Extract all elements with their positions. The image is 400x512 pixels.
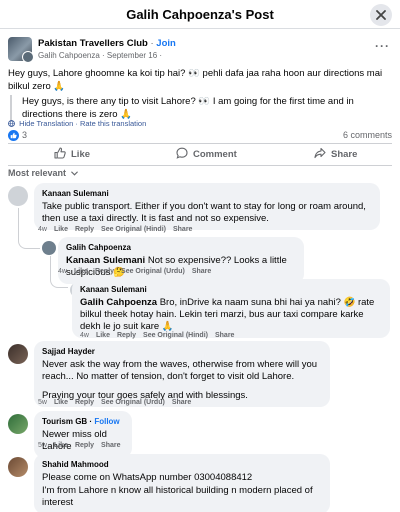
comment-meta: 4w Like Reply See Original (Hindi) Share	[38, 226, 199, 233]
thread-line	[18, 208, 40, 249]
comment-time[interactable]: 4w	[80, 332, 89, 339]
comment-count[interactable]: 6 comments	[343, 130, 392, 140]
like-icon	[10, 132, 17, 139]
comment-meta: 4w Like Reply See Original (Urdu) Share	[58, 268, 218, 275]
commenter-name[interactable]: Galih Cahpoenza	[66, 242, 296, 254]
comment-like-link[interactable]: Like	[54, 399, 68, 406]
like-reaction-badge[interactable]	[8, 130, 19, 141]
sort-label: Most relevant	[8, 168, 67, 178]
comment-meta: 5w Like Reply Share	[38, 442, 128, 449]
commenter-avatar[interactable]	[8, 457, 28, 477]
comment-share-link[interactable]: Share	[101, 442, 120, 449]
translated-text: Hey guys, is there any tip to visit Laho…	[10, 95, 392, 121]
commenter-avatar[interactable]	[8, 186, 28, 206]
comment-like-link[interactable]: Like	[54, 442, 68, 449]
separator: ·	[89, 417, 93, 426]
author-avatar[interactable]	[22, 51, 34, 63]
like-label: Like	[71, 149, 91, 160]
comment-bubble: Sajjad Hayder Never ask the way from the…	[34, 341, 330, 407]
follow-link[interactable]: Follow	[94, 417, 119, 426]
more-options-button[interactable]: ···	[375, 39, 390, 53]
dialog-header: Galih Cahpoenza's Post	[0, 0, 400, 29]
divider	[8, 165, 392, 166]
commenter-name[interactable]: Kanaan Sulemani	[42, 188, 372, 200]
mention-link[interactable]: Kanaan Sulemani	[66, 255, 145, 266]
comment-time[interactable]: 5w	[38, 442, 47, 449]
see-original-link[interactable]: See Original (Hindi)	[101, 226, 166, 233]
comment-bubble: Kanaan Sulemani Galih Cahpoenza Bro, inD…	[72, 279, 390, 338]
comment-sort-dropdown[interactable]: Most relevant	[8, 168, 78, 178]
comment-button[interactable]: Comment	[176, 147, 237, 160]
see-original-link[interactable]: See Original (Hindi)	[143, 332, 208, 339]
close-button[interactable]	[370, 4, 392, 26]
chevron-down-icon	[70, 171, 78, 176]
commenter-name[interactable]: Sajjad Hayder	[42, 346, 322, 358]
comment-icon	[176, 147, 188, 159]
comment-share-link[interactable]: Share	[192, 268, 211, 275]
comment-time[interactable]: 5w	[38, 399, 47, 406]
comment-reply-link[interactable]: Reply	[75, 442, 94, 449]
close-icon	[376, 10, 386, 20]
mention-link[interactable]: Galih Cahpoenza	[80, 297, 157, 308]
comment-meta: 5w Like Reply See Original (Urdu) Share	[38, 399, 198, 406]
post-text: Hey guys, Lahore ghoomne ka koi tip hai?…	[8, 68, 383, 92]
share-icon	[314, 147, 326, 159]
comment-text: I'm from Lahore n know all historical bu…	[42, 485, 313, 508]
like-icon	[54, 147, 66, 159]
share-button[interactable]: Share	[314, 147, 357, 160]
comment-reply-link[interactable]: Reply	[95, 268, 114, 275]
comment-text: Take public transport. Either if you don…	[42, 201, 366, 224]
comment-share-link[interactable]: Share	[215, 332, 234, 339]
comment-bubble: Galih Cahpoenza Kanaan Sulemani Not so e…	[58, 237, 304, 284]
join-link[interactable]: Join	[156, 38, 176, 49]
comment-bubble: Shahid Mahmood Please come on WhatsApp n…	[34, 454, 330, 512]
separator: ·	[150, 38, 154, 49]
comment-reply-link[interactable]: Reply	[75, 226, 94, 233]
comment-bubble: Tourism GB · Follow Newer miss old Lahor…	[34, 411, 132, 458]
post-actions: Like Comment Share	[8, 143, 392, 165]
comment-share-link[interactable]: Share	[173, 226, 192, 233]
author-line: Galih Cahpoenza · September 16 ·	[38, 51, 163, 60]
comment-text: Please come on WhatsApp number 030040884…	[42, 472, 253, 483]
like-count[interactable]: 3	[22, 130, 27, 140]
comment-bubble: Kanaan Sulemani Take public transport. E…	[34, 183, 380, 230]
commenter-name[interactable]: Shahid Mahmood	[42, 459, 322, 471]
comment-label: Comment	[193, 149, 237, 160]
comment-meta: 4w Like Reply See Original (Hindi) Share	[80, 332, 241, 339]
post-stats: 3 6 comments	[8, 130, 392, 142]
comment-reply-link[interactable]: Reply	[117, 332, 136, 339]
hide-translation-link[interactable]: Hide Translation	[19, 119, 73, 128]
post-header: Pakistan Travellers Club · Join Galih Ca…	[8, 37, 392, 63]
comment-like-link[interactable]: Like	[96, 332, 110, 339]
comment-like-link[interactable]: Like	[54, 226, 68, 233]
group-name[interactable]: Pakistan Travellers Club	[38, 38, 148, 49]
thread-line	[50, 256, 68, 288]
commenter-name[interactable]: Kanaan Sulemani	[80, 284, 382, 296]
see-original-link[interactable]: See Original (Urdu)	[101, 399, 165, 406]
like-button[interactable]: Like	[54, 147, 90, 160]
translate-icon	[8, 120, 15, 127]
commenter-avatar[interactable]	[42, 241, 56, 255]
share-label: Share	[331, 149, 358, 160]
comment-text: Never ask the way from the waves, otherw…	[42, 359, 318, 382]
see-original-link[interactable]: See Original (Urdu)	[121, 268, 185, 275]
comment-share-link[interactable]: Share	[172, 399, 191, 406]
rate-translation-link[interactable]: Rate this translation	[80, 119, 146, 128]
commenter-avatar[interactable]	[8, 414, 28, 434]
dialog-title: Galih Cahpoenza's Post	[126, 7, 274, 22]
comment-like-link[interactable]: Like	[74, 268, 88, 275]
commenter-name[interactable]: Tourism GB	[42, 417, 87, 426]
commenter-avatar[interactable]	[8, 344, 28, 364]
comment-reply-link[interactable]: Reply	[75, 399, 94, 406]
